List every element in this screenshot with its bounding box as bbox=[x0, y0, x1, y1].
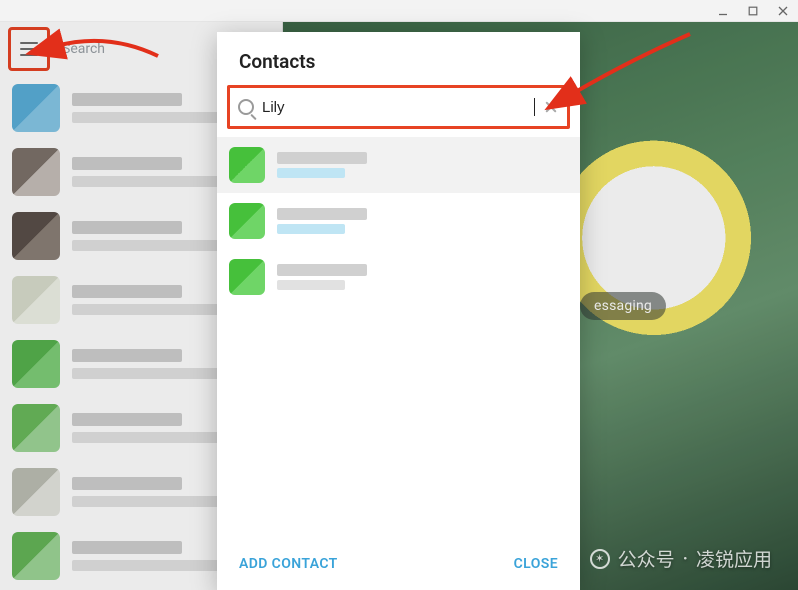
window-maximize-button[interactable] bbox=[742, 2, 764, 20]
watermark-sep: · bbox=[683, 547, 688, 570]
empty-state-chip: essaging bbox=[580, 292, 666, 320]
avatar bbox=[12, 212, 60, 260]
avatar bbox=[229, 147, 265, 183]
avatar bbox=[12, 340, 60, 388]
avatar bbox=[229, 203, 265, 239]
menu-button[interactable] bbox=[8, 27, 50, 71]
window-minimize-button[interactable] bbox=[712, 2, 734, 20]
close-modal-button[interactable]: CLOSE bbox=[514, 556, 558, 572]
modal-title: Contacts bbox=[217, 32, 580, 85]
modal-footer: ADD CONTACT CLOSE bbox=[217, 542, 580, 590]
contacts-results-list[interactable] bbox=[217, 137, 580, 542]
avatar bbox=[12, 468, 60, 516]
contact-row[interactable] bbox=[217, 137, 580, 193]
avatar bbox=[12, 276, 60, 324]
watermark: ✶ 公众号 · 凌锐应用 bbox=[590, 545, 772, 572]
clear-search-icon[interactable] bbox=[543, 99, 559, 115]
avatar bbox=[229, 259, 265, 295]
window-titlebar bbox=[0, 0, 798, 22]
avatar bbox=[12, 404, 60, 452]
contacts-modal: Contacts ADD CONTACT CLOSE bbox=[217, 32, 580, 590]
window-close-button[interactable] bbox=[772, 2, 794, 20]
search-icon bbox=[238, 99, 254, 115]
avatar bbox=[12, 532, 60, 580]
text-caret bbox=[534, 98, 535, 116]
contact-row[interactable] bbox=[217, 249, 580, 305]
avatar bbox=[12, 148, 60, 196]
watermark-name: 凌锐应用 bbox=[696, 545, 772, 572]
add-contact-button[interactable]: ADD CONTACT bbox=[239, 556, 338, 572]
contact-row[interactable] bbox=[217, 193, 580, 249]
contacts-search-box bbox=[227, 85, 570, 129]
contacts-search-input[interactable] bbox=[262, 99, 530, 116]
wechat-icon: ✶ bbox=[590, 549, 610, 569]
watermark-prefix: 公众号 bbox=[618, 545, 675, 572]
hamburger-icon bbox=[20, 48, 38, 50]
avatar bbox=[12, 84, 60, 132]
